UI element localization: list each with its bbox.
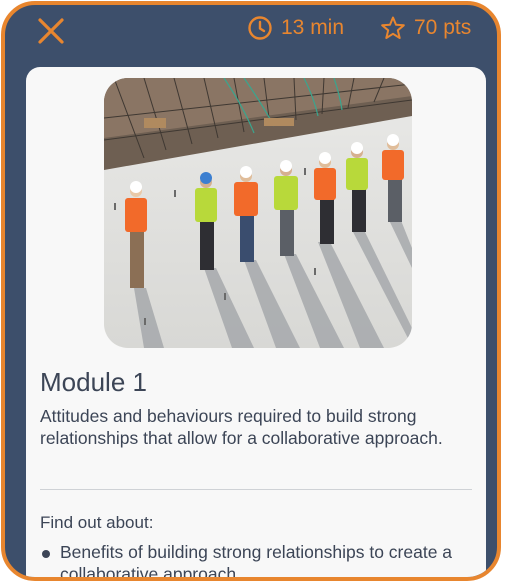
list-item: Benefits of building strong relationship… bbox=[40, 541, 480, 581]
divider bbox=[40, 489, 472, 490]
close-icon bbox=[38, 18, 64, 44]
list-item-text: Benefits of building strong relationship… bbox=[60, 542, 453, 581]
module-image bbox=[104, 78, 412, 348]
points-indicator: 70 pts bbox=[380, 13, 471, 43]
clock-icon bbox=[248, 16, 272, 40]
find-out-label: Find out about: bbox=[40, 513, 154, 532]
module-card: Module 1 Attitudes and behaviours requir… bbox=[26, 67, 486, 581]
topics-list: Benefits of building strong relationship… bbox=[40, 541, 480, 581]
bullet-icon bbox=[42, 550, 50, 558]
top-bar: 13 min 70 pts bbox=[5, 5, 497, 63]
app-frame: 13 min 70 pts Module 1 Attitudes and beh… bbox=[1, 1, 501, 581]
module-title: Module 1 bbox=[40, 367, 147, 397]
points-label: 70 pts bbox=[414, 16, 472, 39]
duration-indicator: 13 min bbox=[247, 13, 344, 43]
close-button[interactable] bbox=[31, 11, 71, 51]
star-icon bbox=[381, 16, 405, 39]
module-description: Attitudes and behaviours required to bui… bbox=[40, 406, 443, 448]
duration-label: 13 min bbox=[281, 16, 345, 39]
